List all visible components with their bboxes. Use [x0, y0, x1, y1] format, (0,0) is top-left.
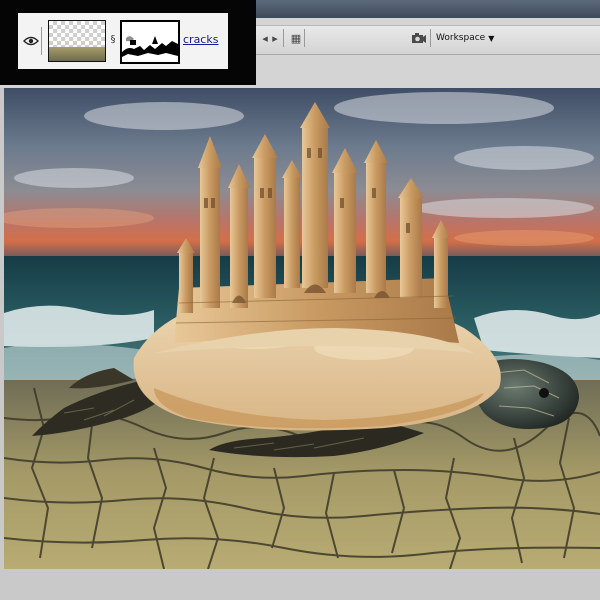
layer-thumbnail-content [49, 47, 105, 61]
nav-forward-icon[interactable]: ▸ [266, 31, 284, 45]
workspace-label: Workspace [436, 33, 486, 43]
layer-row[interactable]: § cracks [18, 13, 228, 69]
triangle-down-icon: ▼ [488, 33, 495, 43]
toolbar-divider [283, 29, 284, 47]
chain-link-icon[interactable]: § [109, 33, 117, 47]
arrange-icon[interactable]: ▦ [287, 31, 305, 45]
workspace-menu[interactable]: Workspace ▼ [436, 29, 494, 47]
layer-mask-thumbnail[interactable] [120, 20, 180, 64]
status-bar-area [0, 569, 600, 600]
toolbar-divider [304, 29, 305, 47]
layer-thumbnail[interactable] [48, 20, 106, 62]
eye-icon[interactable] [21, 27, 42, 55]
layer-name[interactable]: cracks [183, 33, 218, 46]
camera-icon[interactable] [410, 31, 428, 45]
canvas-image [4, 88, 600, 569]
toolbar-divider [430, 29, 431, 47]
document-canvas[interactable] [4, 88, 600, 569]
layers-panel-zoom: § cracks [0, 0, 256, 85]
